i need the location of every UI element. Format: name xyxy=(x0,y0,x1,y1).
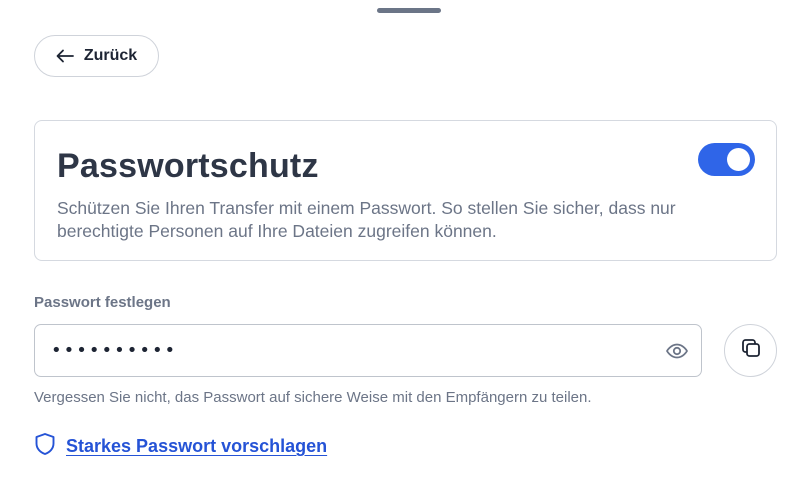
shield-icon xyxy=(34,432,56,461)
password-field xyxy=(34,324,702,377)
copy-password-button[interactable] xyxy=(724,324,777,377)
back-button-label: Zurück xyxy=(83,47,138,64)
password-protection-panel: Zurück Passwortschutz Schützen Sie Ihren… xyxy=(0,0,800,488)
card-title: Passwortschutz xyxy=(57,147,319,185)
suggest-strong-password-link[interactable]: Starkes Passwort vorschlagen xyxy=(34,432,327,461)
copy-icon xyxy=(739,336,763,365)
eye-icon[interactable] xyxy=(665,339,689,363)
password-hint: Vergessen Sie nicht, das Passwort auf si… xyxy=(34,389,592,406)
suggest-link-label: Starkes Passwort vorschlagen xyxy=(66,436,328,456)
password-protection-card: Passwortschutz Schützen Sie Ihren Transf… xyxy=(34,120,777,261)
toggle-knob xyxy=(727,148,750,171)
password-input[interactable] xyxy=(35,325,655,376)
card-description: Schützen Sie Ihren Transfer mit einem Pa… xyxy=(57,198,676,241)
arrow-left-icon xyxy=(56,49,74,63)
sheet-drag-handle[interactable] xyxy=(377,8,441,13)
password-field-label: Passwort festlegen xyxy=(34,294,171,311)
back-button[interactable]: Zurück xyxy=(34,35,159,77)
password-protection-toggle[interactable] xyxy=(698,143,755,176)
